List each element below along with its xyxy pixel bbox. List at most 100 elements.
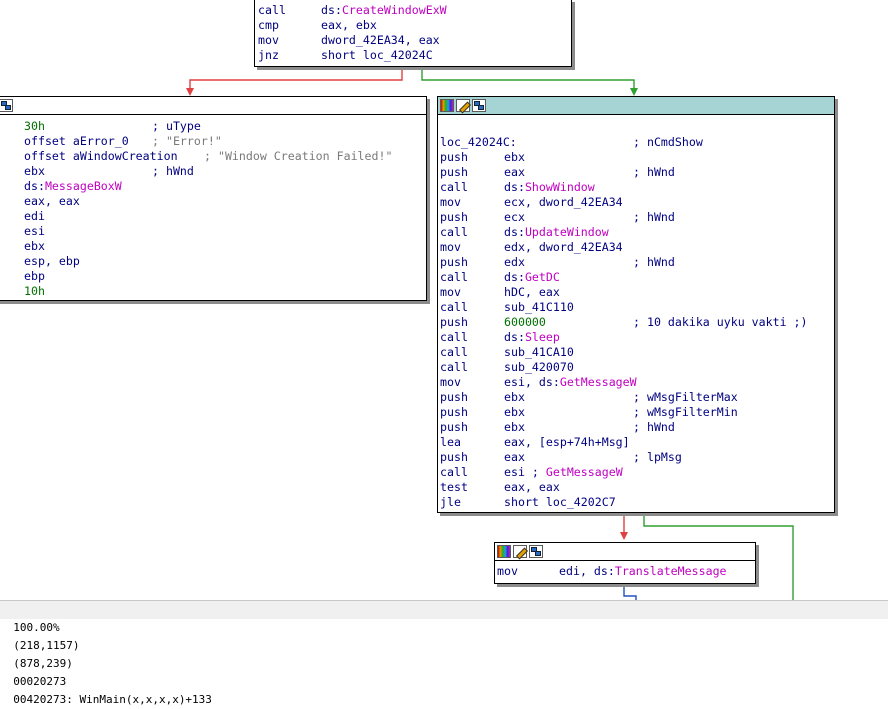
- operand: ds:: [504, 270, 525, 284]
- top-code-block[interactable]: call ds:CreateWindowExW cmp eax, ebx mov…: [254, 0, 572, 67]
- code-line: call sub_41CA10: [438, 345, 834, 360]
- code-line: mov esi, ds:GetMessageW: [438, 375, 834, 390]
- code-line: mov edi, ds:TranslateMessage: [497, 564, 727, 578]
- code-line: push 600000 ; 10 dakika uyku vakti ;): [438, 315, 834, 330]
- code-line: push eax ; lpMsg: [438, 450, 834, 465]
- operand: ebx: [24, 164, 45, 178]
- operand: sub_41C110: [504, 300, 574, 314]
- code-line: ebp: [0, 269, 426, 284]
- code-line: cmp eax, ebx: [258, 18, 377, 32]
- mnemonic: push: [440, 450, 468, 464]
- api-name[interactable]: UpdateWindow: [525, 225, 609, 239]
- operand: ebx: [504, 150, 525, 164]
- operand: short loc_4202C7: [504, 495, 616, 509]
- mnemonic: push: [440, 390, 468, 404]
- api-name[interactable]: GetMessageW: [546, 465, 623, 479]
- operand: ds:: [321, 3, 342, 17]
- mnemonic: push: [440, 420, 468, 434]
- code-line: offset aError_0 ; "Error!": [0, 134, 426, 149]
- operand: sub_41CA10: [504, 345, 574, 359]
- node-color-icon[interactable]: [497, 545, 511, 558]
- node-color-icon[interactable]: [440, 99, 454, 112]
- api-name[interactable]: Sleep: [525, 330, 560, 344]
- code-label-line: loc_42024C: ; nCmdShow: [438, 135, 834, 150]
- code-line: call ds:UpdateWindow: [438, 225, 834, 240]
- arrow-false-left: [186, 88, 194, 96]
- node-header: [495, 543, 755, 561]
- mnemonic: push: [440, 405, 468, 419]
- rename-node-icon[interactable]: [456, 99, 470, 112]
- right-code-block[interactable]: loc_42024C: ; nCmdShow push ebx push eax ; h…: [437, 96, 835, 513]
- code-line: push ebx ; wMsgFilterMax: [438, 390, 834, 405]
- bottom-code-block[interactable]: mov edi, ds:TranslateMessage: [494, 542, 756, 584]
- code-line: 30h ; uType: [0, 119, 426, 134]
- api-name[interactable]: GetMessageW: [560, 375, 637, 389]
- edge-bottom-block-out: [623, 584, 637, 600]
- operand: 30h: [24, 119, 45, 133]
- mnemonic: call: [440, 270, 468, 284]
- operand: eax, eax: [24, 194, 80, 208]
- operand: sub_420070: [504, 360, 574, 374]
- mnemonic: call: [440, 225, 468, 239]
- left-code-block[interactable]: 30h ; uType offset aError_0 ; "Error!" offse…: [0, 96, 427, 301]
- graph-overview-icon[interactable]: [529, 545, 543, 558]
- code-line: push edx ; hWnd: [438, 255, 834, 270]
- code-comment: ; "Error!": [152, 134, 222, 148]
- api-name[interactable]: GetDC: [525, 270, 560, 284]
- operand: edx, dword_42EA34: [504, 240, 623, 254]
- code-line: call sub_41C110: [438, 300, 834, 315]
- graph-overview-icon[interactable]: [0, 99, 13, 112]
- code-line: push ebx: [438, 150, 834, 165]
- graph-overview-icon[interactable]: [472, 99, 486, 112]
- code-line: jnz short loc_42024C: [258, 48, 433, 62]
- mnemonic: push: [440, 150, 468, 164]
- operand: ebx: [504, 390, 525, 404]
- operand: esi ;: [504, 465, 546, 479]
- code-line: ebx: [0, 239, 426, 254]
- status-bar: 100.00% (218,1157) (878,239) 00020273 00…: [0, 600, 888, 706]
- right-block-lines: loc_42024C: ; nCmdShow push ebx push eax ; h…: [438, 115, 834, 510]
- arrow-true-right: [630, 88, 638, 96]
- operand: ebx: [504, 405, 525, 419]
- code-comment: ; wMsgFilterMin: [633, 405, 738, 419]
- code-line: jle short loc_4202C7: [438, 495, 834, 510]
- graph-coordinates: (218,1157): [13, 639, 80, 652]
- code-comment: ; 10 dakika uyku vakti ;): [633, 315, 808, 329]
- api-name[interactable]: TranslateMessage: [615, 564, 727, 578]
- code-line: lea eax, [esp+74h+Msg]: [438, 435, 834, 450]
- operand: 600000: [504, 315, 546, 329]
- api-name[interactable]: ShowWindow: [525, 180, 595, 194]
- code-line: mov edx, dword_42EA34: [438, 240, 834, 255]
- mouse-coordinates: (878,239): [13, 657, 73, 670]
- code-line: esp, ebp: [0, 254, 426, 269]
- operand: eax: [504, 165, 525, 179]
- operand: edi: [24, 209, 45, 223]
- code-comment: ; "Window Creation Failed!": [204, 149, 393, 163]
- operand: eax, eax: [504, 480, 560, 494]
- code-line: ebx ; hWnd: [0, 164, 426, 179]
- code-comment: ; wMsgFilterMax: [633, 390, 738, 404]
- operand: edi, ds:: [559, 564, 615, 578]
- api-name[interactable]: CreateWindowExW: [342, 3, 447, 17]
- edge-false-to-left-block: [189, 66, 403, 92]
- mnemonic: call: [440, 180, 468, 194]
- mnemonic: call: [440, 465, 468, 479]
- code-line: call ds:CreateWindowExW: [258, 3, 447, 17]
- mnemonic: call: [440, 300, 468, 314]
- mnemonic: lea: [440, 435, 461, 449]
- rename-node-icon[interactable]: [513, 545, 527, 558]
- code-label[interactable]: loc_42024C:: [440, 135, 517, 150]
- code-line: esi: [0, 224, 426, 239]
- code-line: offset aWindowCreation ; "Window Creation…: [0, 149, 426, 164]
- mnemonic: call: [440, 330, 468, 344]
- mnemonic: mov: [440, 195, 461, 209]
- operand: esp, ebp: [24, 254, 80, 268]
- code-comment: ; hWnd: [633, 255, 675, 269]
- code-line: call sub_420070: [438, 360, 834, 375]
- api-name[interactable]: MessageBoxW: [45, 179, 122, 193]
- code-line: push ecx ; hWnd: [438, 210, 834, 225]
- operand: ebx: [504, 420, 525, 434]
- mnemonic: push: [440, 165, 468, 179]
- mnemonic: call: [440, 360, 468, 374]
- operand: offset aError_0: [24, 134, 129, 148]
